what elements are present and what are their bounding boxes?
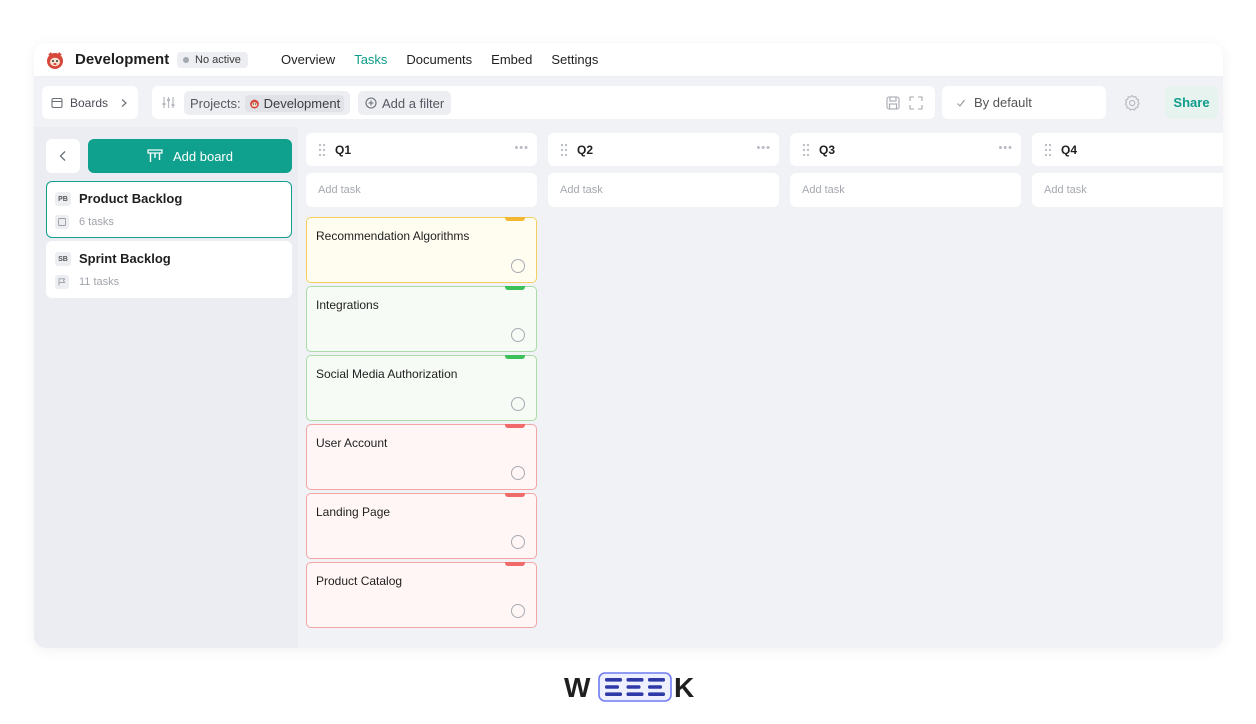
priority-marker <box>505 424 525 428</box>
drag-handle-icon[interactable] <box>1044 143 1052 157</box>
task-complete-checkbox[interactable] <box>511 604 525 618</box>
svg-text:K: K <box>674 672 694 703</box>
column-title: Q3 <box>819 143 836 157</box>
boards-icon <box>51 97 63 108</box>
collapse-sidebar-button[interactable] <box>46 139 80 173</box>
board-badge: SB <box>55 252 71 266</box>
column-title: Q1 <box>335 143 352 157</box>
priority-marker <box>505 562 525 566</box>
board-item-product-backlog[interactable]: PB Product Backlog 6 tasks <box>46 181 292 238</box>
task-complete-checkbox[interactable] <box>511 535 525 549</box>
board-name: Product Backlog <box>79 191 183 206</box>
project-filter-name: Development <box>263 95 341 111</box>
task-title: Product Catalog <box>316 574 403 588</box>
filter-bar: Projects: Development Add a filter <box>152 86 935 119</box>
board-item-sprint-backlog[interactable]: SB Sprint Backlog 11 tasks <box>46 241 292 298</box>
task-title: Recommendation Algorithms <box>316 229 470 243</box>
column-title: Q4 <box>1061 143 1078 157</box>
save-icon[interactable] <box>886 96 900 110</box>
more-options-icon[interactable]: ••• <box>756 142 771 154</box>
plus-circle-icon <box>365 97 377 109</box>
drag-handle-icon[interactable] <box>318 143 326 157</box>
sort-label: By default <box>974 95 1032 110</box>
check-icon <box>957 99 965 107</box>
sort-selector[interactable]: By default <box>942 86 1106 119</box>
board-badge: PB <box>55 192 71 206</box>
app-window: Development No active Overview Tasks Doc… <box>34 43 1223 648</box>
task-card[interactable]: Landing Page <box>306 493 537 559</box>
add-filter-button[interactable]: Add a filter <box>358 91 452 115</box>
board-task-count: 11 tasks <box>79 276 120 288</box>
tab-documents[interactable]: Documents <box>406 52 472 67</box>
more-options-icon[interactable]: ••• <box>514 142 529 154</box>
drag-handle-icon[interactable] <box>560 143 568 157</box>
boards-sidebar: Add board PB Product Backlog 6 tasks SB … <box>34 127 298 648</box>
chevron-left-icon <box>59 151 66 161</box>
board-columns-icon <box>147 149 163 162</box>
column-title: Q2 <box>577 143 594 157</box>
add-board-button[interactable]: Add board <box>88 139 292 173</box>
weeek-logo: W K <box>564 672 694 703</box>
tab-tasks[interactable]: Tasks <box>354 52 387 67</box>
svg-text:W: W <box>564 672 591 703</box>
priority-marker <box>505 286 525 290</box>
expand-icon[interactable] <box>909 96 923 110</box>
add-board-label: Add board <box>173 148 233 164</box>
add-task-input-q2[interactable]: Add task <box>548 173 779 207</box>
status-dot-icon <box>183 57 189 63</box>
project-title: Development <box>75 51 170 68</box>
chevron-right-icon <box>121 98 127 107</box>
boards-label: Boards <box>70 95 109 110</box>
priority-marker <box>505 355 525 359</box>
project-status-badge[interactable]: No active <box>177 52 248 68</box>
filter-sliders-icon[interactable] <box>161 95 176 110</box>
column-header-q2[interactable]: Q2 ••• <box>548 133 779 166</box>
project-logo-icon <box>249 99 259 108</box>
projects-filter-chip[interactable]: Projects: Development <box>184 91 351 115</box>
task-complete-checkbox[interactable] <box>511 466 525 480</box>
share-button[interactable]: Share <box>1165 86 1218 119</box>
projects-filter-label: Projects: <box>190 95 241 111</box>
task-title: User Account <box>316 436 388 450</box>
project-logo-icon <box>47 52 63 69</box>
priority-marker <box>505 217 525 221</box>
task-title: Integrations <box>316 298 379 312</box>
gear-icon[interactable] <box>1123 94 1141 112</box>
task-complete-checkbox[interactable] <box>511 328 525 342</box>
more-options-icon[interactable]: ••• <box>998 142 1013 154</box>
column-header-q1[interactable]: Q1 ••• <box>306 133 537 166</box>
tab-embed[interactable]: Embed <box>491 52 532 67</box>
project-status-label: No active <box>195 54 241 66</box>
add-task-input-q3[interactable]: Add task <box>790 173 1021 207</box>
project-filter-value[interactable]: Development <box>244 94 345 112</box>
task-card[interactable]: User Account <box>306 424 537 490</box>
add-filter-label: Add a filter <box>382 95 445 111</box>
add-task-input-q4[interactable]: Add task <box>1032 173 1223 207</box>
tab-overview[interactable]: Overview <box>281 52 335 67</box>
task-card[interactable]: Integrations <box>306 286 537 352</box>
board-name: Sprint Backlog <box>79 251 171 266</box>
task-title: Landing Page <box>316 505 391 519</box>
project-nav: Overview Tasks Documents Embed Settings <box>281 52 598 67</box>
task-title: Social Media Authorization <box>316 367 458 381</box>
priority-marker <box>505 493 525 497</box>
task-card[interactable]: Recommendation Algorithms <box>306 217 537 283</box>
add-task-input-q1[interactable]: Add task <box>306 173 537 207</box>
task-complete-checkbox[interactable] <box>511 259 525 273</box>
task-card[interactable]: Social Media Authorization <box>306 355 537 421</box>
task-complete-checkbox[interactable] <box>511 397 525 411</box>
task-card[interactable]: Product Catalog <box>306 562 537 628</box>
boards-toggle-button[interactable]: Boards <box>42 86 138 119</box>
board-toolbar: Boards Projects: Development Add a filte… <box>34 77 1223 127</box>
board-task-count: 6 tasks <box>79 216 114 228</box>
top-bar: Development No active Overview Tasks Doc… <box>34 43 1223 77</box>
tab-settings[interactable]: Settings <box>551 52 598 67</box>
drag-handle-icon[interactable] <box>802 143 810 157</box>
column-header-q4[interactable]: Q4 <box>1032 133 1223 166</box>
board-list-icon <box>55 215 69 229</box>
column-header-q3[interactable]: Q3 ••• <box>790 133 1021 166</box>
flag-icon <box>55 275 69 289</box>
